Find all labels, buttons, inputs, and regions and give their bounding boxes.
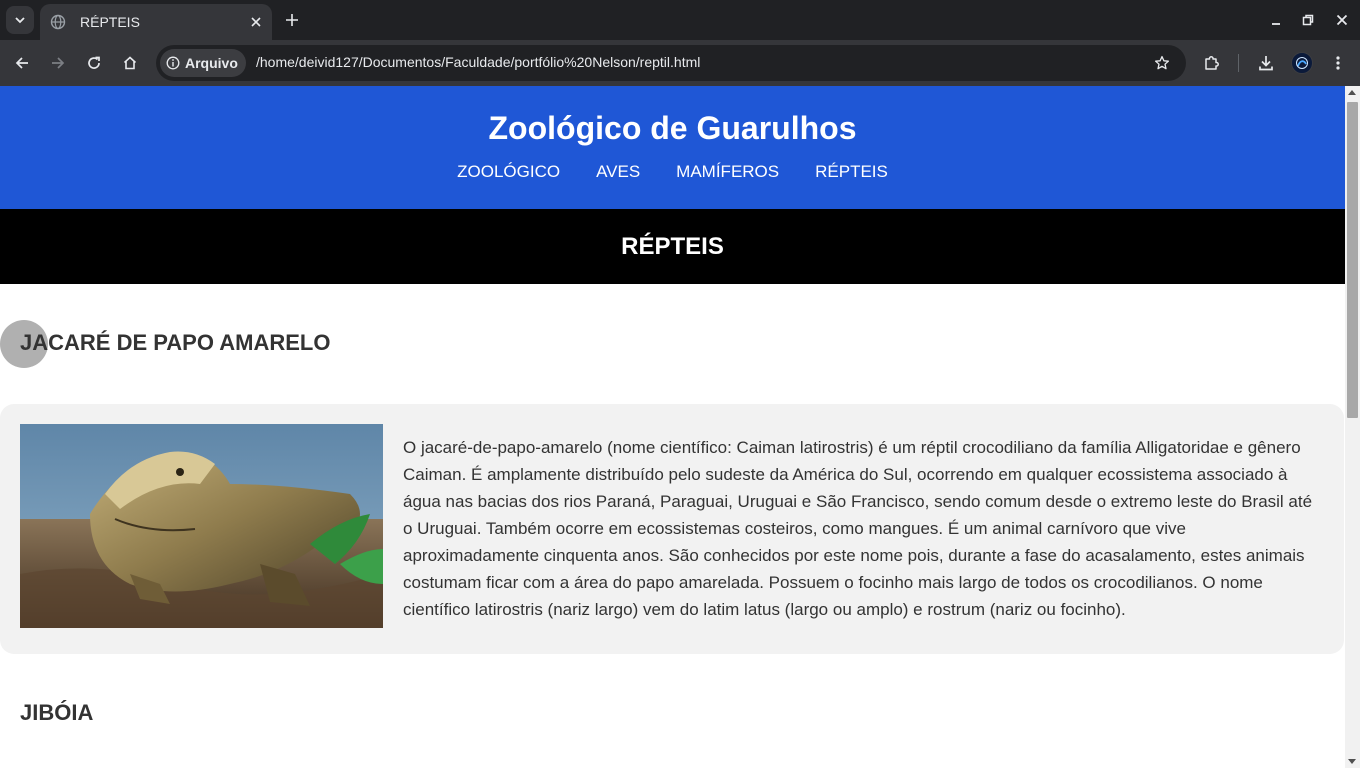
nav-link-mamiferos[interactable]: MAMÍFEROS <box>676 160 779 184</box>
profile-avatar[interactable] <box>1291 52 1313 74</box>
restore-button[interactable] <box>1296 8 1320 32</box>
page-scrollbar[interactable] <box>1345 86 1360 768</box>
minimize-icon <box>1272 23 1280 25</box>
downloads-button[interactable] <box>1252 49 1280 77</box>
nav-link-zoologico[interactable]: ZOOLÓGICO <box>457 160 560 184</box>
new-tab-button[interactable] <box>280 8 304 32</box>
globe-icon <box>50 14 66 30</box>
arrow-left-icon <box>15 57 28 69</box>
info-icon <box>166 56 180 70</box>
url-text[interactable]: /home/deivid127/Documentos/Faculdade/por… <box>256 54 700 70</box>
forward-button[interactable] <box>44 49 72 77</box>
profile-icon <box>1296 57 1308 69</box>
nav-link-aves[interactable]: AVES <box>596 160 640 184</box>
site-info-chip[interactable]: Arquivo <box>160 49 246 77</box>
home-button[interactable] <box>116 49 144 77</box>
back-button[interactable] <box>8 49 36 77</box>
address-bar[interactable]: Arquivo /home/deivid127/Documentos/Facul… <box>156 45 1186 81</box>
animal-title: JIBÓIA <box>20 700 94 725</box>
restore-icon <box>1302 14 1314 26</box>
reload-icon <box>88 56 100 69</box>
site-title: Zoológico de Guarulhos <box>488 110 857 146</box>
animal-photo <box>20 424 383 628</box>
extensions-button[interactable] <box>1198 49 1226 77</box>
page-heading-banner: RÉPTEIS <box>0 209 1345 284</box>
home-icon <box>123 56 137 70</box>
minimize-button[interactable] <box>1264 8 1288 32</box>
page-heading: RÉPTEIS <box>621 232 724 260</box>
arrow-right-icon <box>52 57 65 69</box>
reload-button[interactable] <box>80 49 108 77</box>
animal-description: O jacaré-de-papo-amarelo (nome científic… <box>403 438 1313 619</box>
tab-close-icon[interactable] <box>246 12 266 32</box>
browser-tab-bar: RÉPTEIS <box>0 0 1360 40</box>
download-icon <box>1259 56 1273 71</box>
close-icon <box>1336 14 1348 26</box>
main-nav: ZOOLÓGICO AVES MAMÍFEROS RÉPTEIS <box>0 160 1345 184</box>
star-icon <box>1154 55 1170 70</box>
scroll-up-arrow[interactable] <box>1348 90 1356 95</box>
animal-title: JACARÉ DE PAPO AMARELO <box>20 330 331 355</box>
site-header: Zoológico de Guarulhos ZOOLÓGICO AVES MA… <box>0 86 1345 209</box>
page-viewport: Zoológico de Guarulhos ZOOLÓGICO AVES MA… <box>0 86 1345 768</box>
scroll-down-arrow[interactable] <box>1348 759 1356 764</box>
puzzle-icon <box>1205 56 1219 70</box>
plus-icon <box>286 14 298 26</box>
browser-tab-active[interactable]: RÉPTEIS <box>40 4 272 40</box>
scrollbar-thumb[interactable] <box>1347 102 1358 418</box>
chevron-down-icon <box>15 17 25 24</box>
tab-search-button[interactable] <box>6 6 34 34</box>
site-info-label: Arquivo <box>185 55 238 71</box>
close-window-button[interactable] <box>1330 8 1354 32</box>
bookmark-star-button[interactable] <box>1150 51 1174 75</box>
toolbar-divider <box>1238 54 1239 72</box>
nav-link-repteis[interactable]: RÉPTEIS <box>815 160 888 184</box>
tab-title: RÉPTEIS <box>80 14 140 30</box>
animal-card: O jacaré-de-papo-amarelo (nome científic… <box>0 404 1344 654</box>
more-vertical-icon <box>1336 56 1340 70</box>
browser-toolbar: Arquivo /home/deivid127/Documentos/Facul… <box>0 40 1360 86</box>
browser-menu-button[interactable] <box>1324 49 1352 77</box>
